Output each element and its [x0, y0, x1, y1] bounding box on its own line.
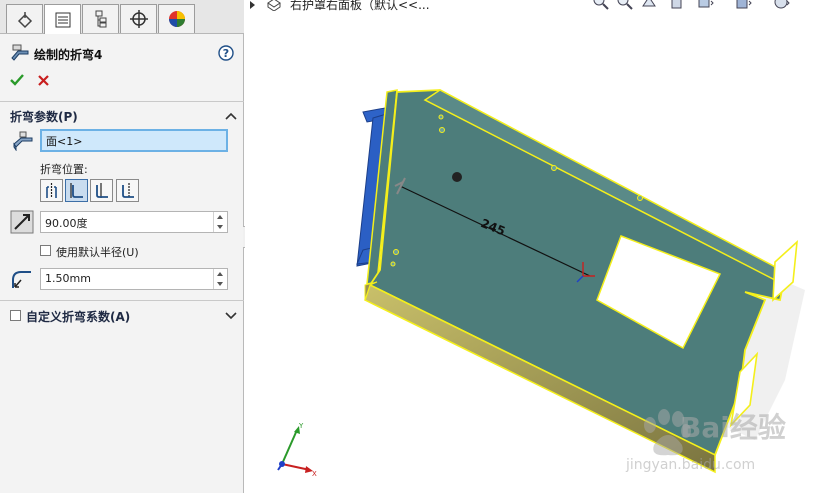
radius-field[interactable]: 1.50mm: [40, 268, 228, 290]
zoom-area-icon[interactable]: [616, 0, 634, 10]
heads-up-view-toolbar: [592, 0, 814, 12]
custom-allowance-label[interactable]: 自定义折弯系数(A): [26, 308, 130, 325]
hole: [393, 249, 399, 255]
help-icon[interactable]: ?: [218, 45, 234, 61]
close-icon: [37, 74, 49, 86]
previous-view-icon[interactable]: [640, 0, 658, 10]
hole: [551, 165, 557, 171]
configuration-icon: [95, 10, 106, 28]
section-view-icon[interactable]: [668, 0, 686, 10]
material-outside-icon: [96, 183, 108, 198]
hole: [390, 261, 396, 267]
property-manager-panel: 绘制的折弯4 ? 折弯参数(P) 面<1> 折弯位置: 90.00度 使用默认半…: [0, 0, 244, 493]
feature-tree-icon: [17, 12, 32, 29]
angle-field[interactable]: 90.00度: [40, 211, 228, 233]
triad-x-label: X: [312, 470, 317, 476]
crosshair-icon: [129, 10, 148, 28]
radius-spinner[interactable]: [213, 269, 227, 289]
hole: [637, 195, 643, 201]
bend-outside-button[interactable]: [116, 179, 139, 202]
bend-outside-icon: [122, 183, 134, 198]
bend-centerline-button[interactable]: [40, 179, 63, 202]
tab-property-manager[interactable]: [44, 4, 81, 34]
bend-radius-icon: [12, 271, 31, 288]
ok-button[interactable]: [8, 71, 26, 89]
reference-triad: Y X: [277, 422, 317, 476]
watermark-text: Bai经验: [680, 411, 786, 444]
bend-centerline-icon: [46, 183, 57, 198]
triad-origin: [279, 461, 285, 467]
divider: [0, 300, 244, 301]
use-default-radius-checkbox[interactable]: [40, 245, 51, 256]
angle-spinner[interactable]: [213, 212, 227, 232]
tab-dimxpert-manager[interactable]: [120, 4, 157, 33]
feature-title: 绘制的折弯4: [34, 48, 103, 62]
bend-angle-icon: [10, 210, 34, 234]
checkmark-icon: [10, 74, 24, 86]
fixed-face-icon: [13, 131, 33, 151]
feature-header: 绘制的折弯4 ?: [0, 40, 244, 68]
radius-value: 1.50mm: [45, 272, 91, 285]
appearance-sphere-icon: [168, 11, 185, 27]
chevron-down-icon[interactable]: [224, 311, 238, 321]
triad-y-axis: [281, 429, 298, 465]
triad-y-label: Y: [298, 422, 304, 430]
material-outside-button[interactable]: [90, 179, 113, 202]
fixed-face-selection-box[interactable]: 面<1>: [40, 129, 228, 152]
use-default-radius-label: 使用默认半径(U): [56, 246, 139, 259]
fixed-face-value: 面<1>: [46, 135, 83, 148]
divider: [0, 101, 244, 102]
material-inside-icon: [70, 183, 83, 198]
property-list-icon: [55, 12, 70, 27]
bend-params-title[interactable]: 折弯参数(P): [10, 108, 78, 125]
angle-value: 90.00度: [45, 217, 88, 230]
view-orientation-icon[interactable]: [696, 0, 714, 10]
hole: [439, 127, 445, 133]
chevron-up-icon[interactable]: [224, 111, 238, 121]
hole: [438, 114, 444, 120]
hide-show-icon[interactable]: [772, 0, 790, 10]
manager-tab-bar: [0, 0, 244, 34]
pem-stud: [452, 172, 462, 182]
tab-display-manager[interactable]: [158, 4, 195, 33]
cancel-button[interactable]: [34, 71, 52, 89]
part-icon: [267, 0, 281, 11]
material-inside-button[interactable]: [65, 179, 88, 202]
custom-allowance-checkbox[interactable]: [10, 310, 21, 321]
model-breadcrumb[interactable]: 右护罩右面板（默认<<...: [290, 0, 430, 13]
display-style-icon[interactable]: [734, 0, 752, 10]
tab-feature-manager[interactable]: [6, 4, 43, 33]
help-glyph: ?: [223, 47, 229, 60]
sketched-bend-icon: [11, 44, 29, 61]
tab-configuration-manager[interactable]: [82, 4, 119, 33]
expand-tree-arrow[interactable]: [250, 1, 255, 9]
zoom-to-fit-icon[interactable]: [592, 0, 610, 10]
bend-position-label: 折弯位置:: [40, 163, 88, 176]
watermark-subtext: jingyan.baidu.com: [626, 457, 756, 473]
